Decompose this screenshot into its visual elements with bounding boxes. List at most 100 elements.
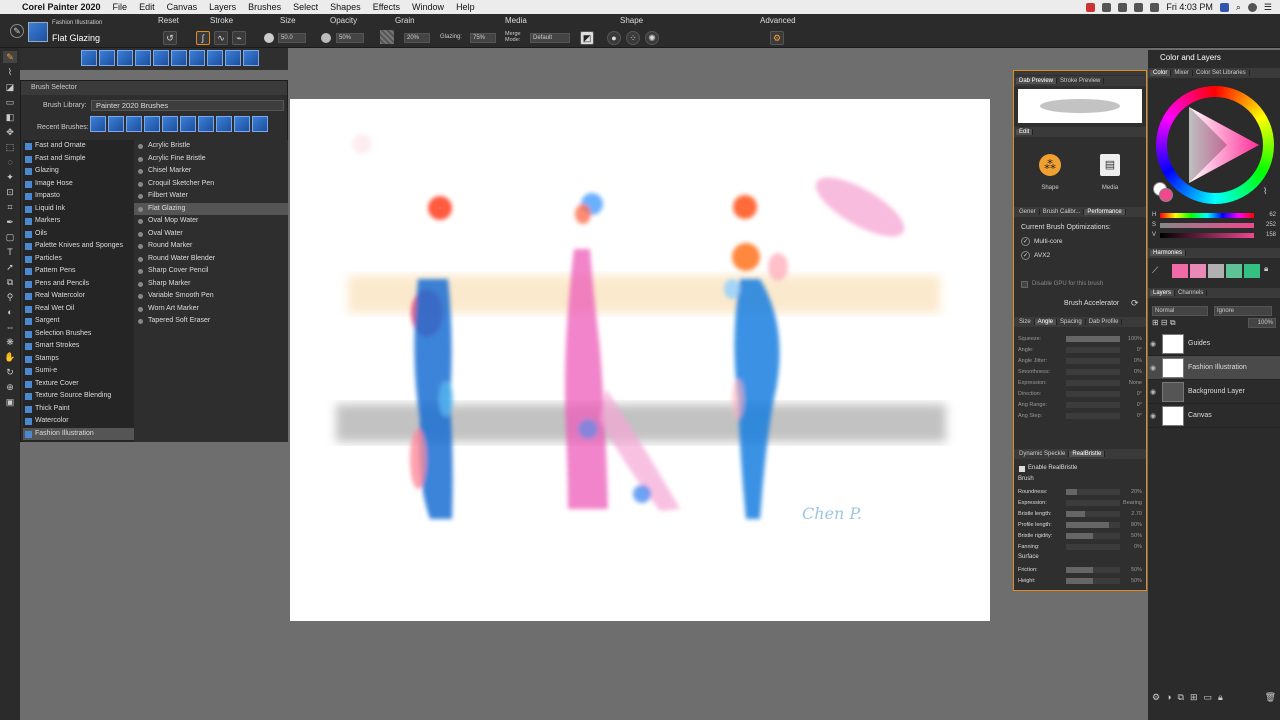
- lasso-tool-icon[interactable]: ◌: [3, 156, 17, 168]
- brush-variant-item[interactable]: Variable Smooth Pen: [134, 290, 288, 303]
- recent-brush-thumb[interactable]: [198, 116, 214, 132]
- brush-category-item[interactable]: Sargent: [23, 315, 149, 328]
- recent-brush-thumb[interactable]: [189, 50, 205, 66]
- harmony-swatch[interactable]: [1172, 264, 1188, 278]
- tab-dab-profile[interactable]: Dab Profile: [1085, 319, 1123, 325]
- slider-track[interactable]: [1066, 379, 1120, 386]
- brush-category-item[interactable]: Pens and Pencils: [23, 278, 149, 291]
- slider-value[interactable]: 50%: [1120, 533, 1142, 539]
- screen-mode-icon[interactable]: ▣: [3, 396, 17, 408]
- recent-brush-thumb[interactable]: [171, 50, 187, 66]
- eyedropper-icon[interactable]: ⌇: [1263, 186, 1267, 197]
- grain-texture-icon[interactable]: [380, 30, 394, 44]
- hsv-value[interactable]: 158: [1254, 232, 1276, 238]
- volume-icon[interactable]: [1134, 2, 1144, 12]
- slider-value[interactable]: 100%: [1120, 336, 1142, 342]
- recent-brush-thumb[interactable]: [108, 116, 124, 132]
- tab-dab-preview[interactable]: Dab Preview: [1016, 78, 1058, 84]
- layer-row[interactable]: ◉ Background Layer: [1148, 380, 1280, 404]
- brush-category-item[interactable]: Oils: [23, 228, 149, 241]
- brush-variant-item[interactable]: Sharp Marker: [134, 278, 288, 291]
- layer-opacity-field[interactable]: 100%: [1248, 318, 1276, 328]
- menu-window[interactable]: Window: [406, 0, 450, 14]
- harmony-swatch[interactable]: [1226, 264, 1242, 278]
- recent-brush-thumb[interactable]: [126, 116, 142, 132]
- slider-value[interactable]: 0°: [1120, 413, 1142, 419]
- crop-tool-icon[interactable]: ⌗: [3, 201, 17, 213]
- shape-dab-icon[interactable]: ⁂: [1039, 154, 1061, 176]
- slider-value[interactable]: 80%: [1120, 522, 1142, 528]
- eraser-tool-icon[interactable]: ◧: [3, 111, 17, 123]
- brush-category-item[interactable]: Watercolor: [23, 415, 149, 428]
- slider-track[interactable]: [1066, 335, 1120, 342]
- tab-dynamic-speckle[interactable]: Dynamic Speckle: [1016, 451, 1070, 457]
- grabber-tool-icon[interactable]: ✋: [3, 351, 17, 363]
- slider-track[interactable]: [1066, 368, 1120, 375]
- brush-category-item[interactable]: Selection Brushes: [23, 328, 149, 341]
- cloner-tool-icon[interactable]: ⧉: [3, 276, 17, 288]
- selection-tool-icon[interactable]: ⬚: [3, 141, 17, 153]
- brush-category-item[interactable]: Texture Cover: [23, 378, 149, 391]
- brush-variant-item[interactable]: Oval Mop Water: [134, 215, 288, 228]
- brush-category-item[interactable]: Image Hose: [23, 178, 149, 191]
- slider-track[interactable]: [1066, 346, 1120, 353]
- brush-category-item[interactable]: Stamps: [23, 353, 149, 366]
- tab-color-set-libraries[interactable]: Color Set Libraries: [1193, 70, 1250, 76]
- slider-track[interactable]: [1066, 532, 1120, 539]
- visibility-eye-icon[interactable]: ◉: [1148, 340, 1158, 348]
- tab-color[interactable]: Color: [1150, 70, 1172, 76]
- menu-extras-icon[interactable]: ☰: [1264, 2, 1272, 13]
- apple-icon[interactable]: [5, 2, 16, 12]
- recent-brush-thumb[interactable]: [135, 50, 151, 66]
- dropper-tool-icon[interactable]: ⌇: [3, 66, 17, 78]
- harmonies-title[interactable]: Harmonies: [1150, 250, 1187, 256]
- menu-file[interactable]: File: [107, 0, 134, 14]
- brush-accelerator-icon[interactable]: ⟳: [1131, 298, 1139, 309]
- menu-edit[interactable]: Edit: [133, 0, 161, 14]
- size-field[interactable]: 50.0: [278, 33, 306, 43]
- tab-spacing[interactable]: Spacing: [1057, 319, 1086, 325]
- spotlight-icon[interactable]: ⌕: [1236, 2, 1241, 13]
- brush-category-item[interactable]: Fashion Illustration: [23, 427, 149, 440]
- shape-selection-tool-icon[interactable]: ➚: [3, 261, 17, 273]
- hsv-slider[interactable]: [1160, 212, 1254, 218]
- hsv-slider[interactable]: [1160, 232, 1254, 238]
- brush-variant-item[interactable]: Chisel Marker: [134, 165, 288, 178]
- text-tool-icon[interactable]: T: [3, 246, 17, 258]
- group-layers-icon[interactable]: ⧉: [1178, 692, 1184, 703]
- grain-field[interactable]: 20%: [404, 33, 430, 43]
- brush-variant-item[interactable]: Acrylic Bristle: [134, 140, 288, 153]
- recent-brush-thumb[interactable]: [90, 116, 106, 132]
- tab-angle[interactable]: Angle: [1034, 319, 1058, 325]
- painter-status-icon[interactable]: [1086, 2, 1096, 12]
- hsv-value[interactable]: 62: [1254, 212, 1276, 218]
- opacity-field[interactable]: 50%: [336, 33, 364, 43]
- recent-brush-thumb[interactable]: [153, 50, 169, 66]
- rubber-stamp-tool-icon[interactable]: ⚲: [3, 291, 17, 303]
- advanced-settings-icon[interactable]: ⚙: [770, 31, 784, 45]
- main-color-swatch[interactable]: [1159, 188, 1173, 202]
- recent-brush-thumb[interactable]: [234, 116, 250, 132]
- saturation-value-triangle[interactable]: [1167, 97, 1263, 193]
- tab-mixer[interactable]: Mixer: [1171, 70, 1194, 76]
- layer-row[interactable]: ◉ Fashion Illustration: [1148, 356, 1280, 380]
- brush-category-item[interactable]: Impasto: [23, 190, 149, 203]
- slider-value[interactable]: 0°: [1120, 391, 1142, 397]
- dab-settings-icon[interactable]: ◩: [580, 31, 594, 45]
- brush-category-item[interactable]: Glazing: [23, 165, 149, 178]
- slider-track[interactable]: [1066, 499, 1120, 506]
- menu-effects[interactable]: Effects: [367, 0, 406, 14]
- slider-value[interactable]: 50%: [1120, 567, 1142, 573]
- slider-value[interactable]: 0%: [1120, 544, 1142, 550]
- brush-variant-item[interactable]: Tapered Soft Eraser: [134, 315, 288, 328]
- tab-edit[interactable]: Edit: [1016, 129, 1034, 135]
- stroke-options-icon[interactable]: ⌁: [232, 31, 246, 45]
- brush-variant-item[interactable]: Worn Art Marker: [134, 303, 288, 316]
- harmony-swatch[interactable]: [1208, 264, 1224, 278]
- slider-value[interactable]: 0%: [1120, 369, 1142, 375]
- brush-selector-icon[interactable]: ✎: [10, 24, 24, 38]
- layer-lock-icons[interactable]: ⊞ ⊟ ⧉: [1152, 318, 1176, 328]
- tab-performance[interactable]: Performance: [1084, 209, 1126, 215]
- brush-category-item[interactable]: Fast and Ornate: [23, 140, 149, 153]
- recent-brush-thumb[interactable]: [144, 116, 160, 132]
